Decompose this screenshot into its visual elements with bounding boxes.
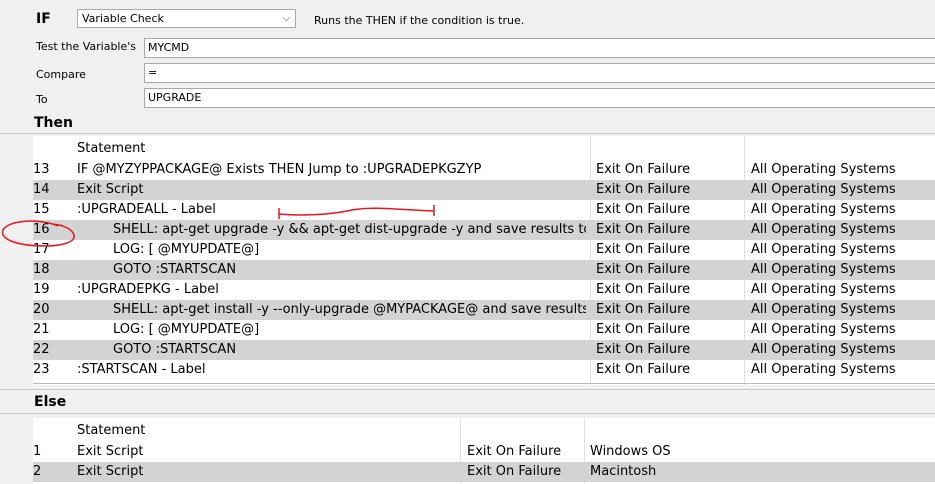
row-operating-system: All Operating Systems: [751, 222, 896, 237]
row-operating-system: All Operating Systems: [751, 202, 896, 217]
row-operating-system: All Operating Systems: [751, 362, 896, 377]
row-operating-system: All Operating Systems: [751, 262, 896, 277]
table-row[interactable]: 17 LOG: [ @MYUPDATE@] Exit On Failure All O…: [33, 240, 935, 260]
to-input[interactable]: UPGRADE: [144, 88, 935, 108]
row-statement: LOG: [ @MYUPDATE@]: [113, 322, 260, 337]
test-variable-label: Test the Variable's: [36, 40, 136, 53]
row-number: 22: [33, 342, 50, 357]
row-operating-system: All Operating Systems: [751, 242, 896, 257]
condition-select-value: Variable Check: [82, 12, 164, 25]
else-section-label: Else: [34, 394, 67, 410]
row-statement: LOG: [ @MYUPDATE@]: [113, 242, 260, 257]
row-number: 20: [33, 302, 50, 317]
row-operating-system: All Operating Systems: [751, 182, 896, 197]
row-operating-system: All Operating Systems: [751, 282, 896, 297]
then-statement-grid[interactable]: Statement 13 IF @MYZYPPACKAGE@ Exists THE…: [33, 136, 935, 385]
row-failure-action: Exit On Failure: [467, 464, 562, 479]
row-statement: Exit Script: [77, 444, 144, 459]
table-row[interactable]: 16 SHELL: apt-get upgrade -y && apt-get d…: [33, 220, 935, 240]
statement-column-header: Statement: [77, 141, 146, 156]
condition-description: Runs the THEN if the condition is true.: [314, 14, 525, 27]
row-number: 2: [33, 464, 42, 479]
row-number: 17: [33, 242, 50, 257]
row-operating-system: All Operating Systems: [751, 302, 896, 317]
row-number: 1: [33, 444, 42, 459]
table-row[interactable]: 14 Exit Script Exit On Failure All Operatin…: [33, 180, 935, 200]
else-divider-top: [0, 389, 935, 390]
row-statement: :STARTSCAN - Label: [77, 362, 206, 377]
chevron-down-icon: ⌵: [282, 13, 290, 24]
row-number: 21: [33, 322, 50, 337]
then-grid-header: Statement: [33, 139, 935, 159]
row-failure-action: Exit On Failure: [596, 162, 691, 177]
table-row[interactable]: 21 LOG: [ @MYUPDATE@] Exit On Failure All O…: [33, 320, 935, 340]
else-grid-header: Statement: [33, 421, 935, 441]
table-row[interactable]: 18 GOTO :STARTSCAN Exit On Failure All Oper…: [33, 260, 935, 280]
row-number: 16: [33, 222, 50, 237]
row-number: 18: [33, 262, 50, 277]
row-failure-action: Exit On Failure: [596, 302, 691, 317]
table-row[interactable]: 15 :UPGRADEALL - Label Exit On Failure All …: [33, 200, 935, 220]
table-row[interactable]: 1 Exit Script Exit On Failure Windows OS: [33, 442, 935, 462]
compare-input[interactable]: =: [144, 63, 935, 83]
table-row[interactable]: 23 :STARTSCAN - Label Exit On Failure All O…: [33, 360, 935, 380]
row-statement: SHELL: apt-get install -y --only-upgrade…: [113, 302, 586, 317]
statement-column-header: Statement: [77, 423, 146, 438]
if-label: IF: [36, 11, 51, 27]
row-number: 15: [33, 202, 50, 217]
row-operating-system: All Operating Systems: [751, 162, 896, 177]
row-failure-action: Exit On Failure: [596, 242, 691, 257]
row-failure-action: Exit On Failure: [596, 322, 691, 337]
row-number: 23: [33, 362, 50, 377]
row-failure-action: Exit On Failure: [596, 282, 691, 297]
row-number: 19: [33, 282, 50, 297]
compare-label: Compare: [36, 68, 86, 81]
table-row[interactable]: 13 IF @MYZYPPACKAGE@ Exists THEN Jump to …: [33, 160, 935, 180]
row-number: 14: [33, 182, 50, 197]
row-operating-system: All Operating Systems: [751, 322, 896, 337]
row-failure-action: Exit On Failure: [596, 202, 691, 217]
row-number: 13: [33, 162, 50, 177]
row-statement: IF @MYZYPPACKAGE@ Exists THEN Jump to :U…: [77, 162, 482, 177]
then-divider: [0, 133, 935, 134]
row-operating-system: Macintosh: [590, 464, 657, 479]
test-variable-input[interactable]: MYCMD: [144, 38, 935, 58]
row-statement: Exit Script: [77, 182, 144, 197]
else-statement-grid[interactable]: Statement 1 Exit Script Exit On Failure Win…: [33, 418, 935, 484]
row-statement: :UPGRADEALL - Label: [77, 202, 216, 217]
row-operating-system: All Operating Systems: [751, 342, 896, 357]
row-failure-action: Exit On Failure: [596, 222, 691, 237]
row-statement: SHELL: apt-get upgrade -y && apt-get dis…: [113, 222, 586, 237]
row-operating-system: Windows OS: [590, 444, 671, 459]
row-failure-action: Exit On Failure: [596, 362, 691, 377]
row-statement: GOTO :STARTSCAN: [113, 342, 237, 357]
table-row[interactable]: 19 :UPGRADEPKG - Label Exit On Failure All …: [33, 280, 935, 300]
condition-select[interactable]: Variable Check ⌵: [77, 9, 296, 28]
row-failure-action: Exit On Failure: [467, 444, 562, 459]
row-failure-action: Exit On Failure: [596, 262, 691, 277]
partial-row: [33, 379, 935, 385]
to-label: To: [36, 93, 48, 106]
table-row[interactable]: 2 Exit Script Exit On Failure Macintosh: [33, 462, 935, 482]
row-failure-action: Exit On Failure: [596, 182, 691, 197]
row-statement: GOTO :STARTSCAN: [113, 262, 237, 277]
table-row[interactable]: 22 GOTO :STARTSCAN Exit On Failure All Oper…: [33, 340, 935, 360]
row-statement: Exit Script: [77, 464, 144, 479]
table-row[interactable]: 20 SHELL: apt-get install -y --only-upgra…: [33, 300, 935, 320]
row-failure-action: Exit On Failure: [596, 342, 691, 357]
row-statement: :UPGRADEPKG - Label: [77, 282, 219, 297]
then-section-label: Then: [34, 115, 73, 131]
else-divider: [0, 413, 935, 414]
